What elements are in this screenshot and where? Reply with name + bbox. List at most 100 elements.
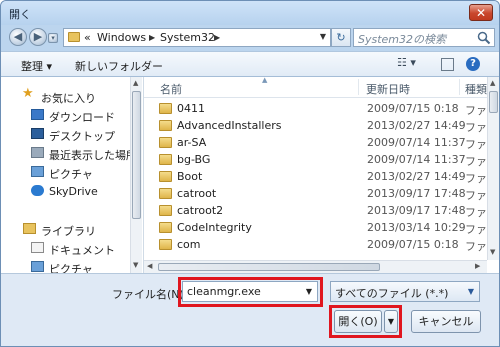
table-row[interactable]: AdvancedInstallers 2013/02/27 14:49 ファ	[144, 117, 487, 134]
scroll-thumb[interactable]	[132, 91, 141, 219]
file-type: ファ	[465, 155, 487, 168]
address-dropdown-icon[interactable]: ▼	[320, 32, 326, 41]
file-type: ファ	[465, 240, 487, 253]
folder-icon	[159, 239, 172, 250]
filename-label: ファイル名(N):	[112, 288, 188, 301]
skydrive-icon	[31, 185, 44, 196]
search-input[interactable]: System32の検索	[353, 28, 495, 47]
file-type: ファ	[465, 189, 487, 202]
search-placeholder: System32の検索	[358, 33, 447, 46]
file-list-horizontal-scrollbar[interactable]: ◀ ▶	[144, 260, 487, 273]
file-name: com	[177, 238, 201, 251]
search-icon[interactable]	[477, 31, 491, 45]
download-icon	[31, 109, 44, 120]
scroll-up-icon[interactable]: ▲	[490, 79, 495, 87]
folder-icon	[159, 171, 172, 182]
chevron-down-icon[interactable]: ▼	[468, 287, 474, 296]
folder-icon	[159, 222, 172, 233]
forward-button[interactable]: ▶	[29, 28, 47, 46]
scroll-right-icon[interactable]: ▶	[475, 262, 480, 270]
table-row[interactable]: catroot2 2013/09/17 17:48 ファ	[144, 202, 487, 219]
preview-pane-icon[interactable]	[441, 58, 454, 71]
scroll-thumb[interactable]	[489, 91, 498, 113]
scroll-up-icon[interactable]: ▲	[133, 79, 138, 87]
desktop-icon	[31, 128, 44, 139]
breadcrumb-system32[interactable]: System32	[160, 31, 215, 44]
chevron-right-icon[interactable]: ▶	[214, 33, 220, 42]
table-row[interactable]: com 2009/07/15 0:18 ファ	[144, 236, 487, 253]
column-header: ▲ 名前 更新日時 種類	[144, 77, 487, 98]
folder-icon	[159, 120, 172, 131]
folder-icon	[159, 188, 172, 199]
library-icon	[23, 223, 36, 234]
column-name[interactable]: 名前	[160, 81, 182, 97]
file-name: ar-SA	[177, 136, 207, 149]
scroll-left-icon[interactable]: ◀	[147, 262, 152, 270]
file-type: ファ	[465, 172, 487, 185]
table-row[interactable]: 0411 2009/07/15 0:18 ファ	[144, 100, 487, 117]
view-options-icon[interactable]: ☷ ▾	[397, 56, 416, 69]
recent-places-icon	[31, 147, 44, 158]
open-file-dialog: 開く ✕ ◀ ▶ ▾ « Windows ▶ System32 ▶ ▼ ↻ Sy…	[0, 0, 500, 347]
file-date: 2009/07/14 11:37	[367, 136, 466, 149]
folder-icon	[68, 32, 80, 42]
scroll-thumb[interactable]	[158, 263, 380, 271]
file-date: 2013/09/17 17:48	[367, 187, 466, 200]
chevron-right-icon[interactable]: ▶	[149, 33, 155, 42]
address-bar[interactable]: « Windows ▶ System32 ▶ ▼	[63, 28, 331, 47]
title-bar: 開く ✕	[1, 1, 499, 25]
file-name: AdvancedInstallers	[177, 119, 282, 132]
pictures-icon	[31, 166, 44, 177]
file-type: ファ	[465, 104, 487, 117]
file-name: 0411	[177, 102, 205, 115]
scroll-down-icon[interactable]: ▼	[133, 261, 138, 269]
file-type: ファ	[465, 223, 487, 236]
table-row[interactable]: bg-BG 2009/07/14 11:37 ファ	[144, 151, 487, 168]
file-date: 2009/07/15 0:18	[367, 102, 459, 115]
file-name: catroot2	[177, 204, 224, 217]
documents-icon	[31, 242, 44, 253]
folder-icon	[159, 137, 172, 148]
back-button[interactable]: ◀	[9, 28, 27, 46]
column-type[interactable]: 種類	[465, 81, 487, 97]
folder-icon	[159, 103, 172, 114]
help-icon[interactable]: ?	[466, 57, 480, 71]
folder-icon	[159, 154, 172, 165]
toolbar: 整理 ▾ 新しいフォルダー ☷ ▾ ?	[1, 51, 499, 77]
table-row[interactable]: Boot 2013/02/27 14:49 ファ	[144, 168, 487, 185]
column-date[interactable]: 更新日時	[366, 81, 410, 97]
refresh-button[interactable]: ↻	[331, 28, 351, 47]
history-dropdown[interactable]: ▾	[48, 33, 58, 43]
table-row[interactable]: CodeIntegrity 2013/03/14 10:29 ファ	[144, 219, 487, 236]
file-list: ▲ 名前 更新日時 種類 0411 2009/07/15 0:18 ファ Adv…	[144, 77, 499, 273]
file-type: ファ	[465, 121, 487, 134]
close-button[interactable]: ✕	[469, 4, 493, 21]
dialog-footer: ファイル名(N): cleanmgr.exe ▼ すべてのファイル (*.*) …	[1, 273, 499, 346]
open-button-highlight	[329, 305, 402, 338]
organize-button[interactable]: 整理 ▾	[21, 58, 52, 74]
breadcrumb-overflow[interactable]: «	[84, 31, 91, 44]
file-name: catroot	[177, 187, 217, 200]
new-folder-button[interactable]: 新しいフォルダー	[75, 58, 163, 74]
table-row[interactable]: catroot 2013/09/17 17:48 ファ	[144, 185, 487, 202]
file-date: 2013/02/27 14:49	[367, 119, 466, 132]
file-list-vertical-scrollbar[interactable]: ▲ ▼	[487, 77, 499, 260]
sort-ascending-icon: ▲	[262, 77, 268, 84]
file-date: 2009/07/14 11:37	[367, 153, 466, 166]
file-date: 2013/03/14 10:29	[367, 221, 466, 234]
star-icon: ★	[22, 86, 34, 101]
table-row[interactable]: ar-SA 2009/07/14 11:37 ファ	[144, 134, 487, 151]
filetype-select[interactable]: すべてのファイル (*.*) ▼	[330, 281, 480, 302]
file-type: ファ	[465, 206, 487, 219]
window-title: 開く	[9, 8, 31, 21]
file-name: CodeIntegrity	[177, 221, 252, 234]
file-name: Boot	[177, 170, 203, 183]
scroll-down-icon[interactable]: ▼	[490, 248, 495, 256]
file-date: 2009/07/15 0:18	[367, 238, 459, 251]
address-row: ◀ ▶ ▾ « Windows ▶ System32 ▶ ▼ ↻ System3…	[1, 25, 499, 51]
filename-highlight	[178, 277, 323, 307]
breadcrumb-windows[interactable]: Windows	[97, 31, 146, 44]
file-name: bg-BG	[177, 153, 211, 166]
navigation-scrollbar[interactable]: ▲ ▼	[130, 77, 142, 273]
cancel-button[interactable]: キャンセル	[411, 310, 481, 333]
